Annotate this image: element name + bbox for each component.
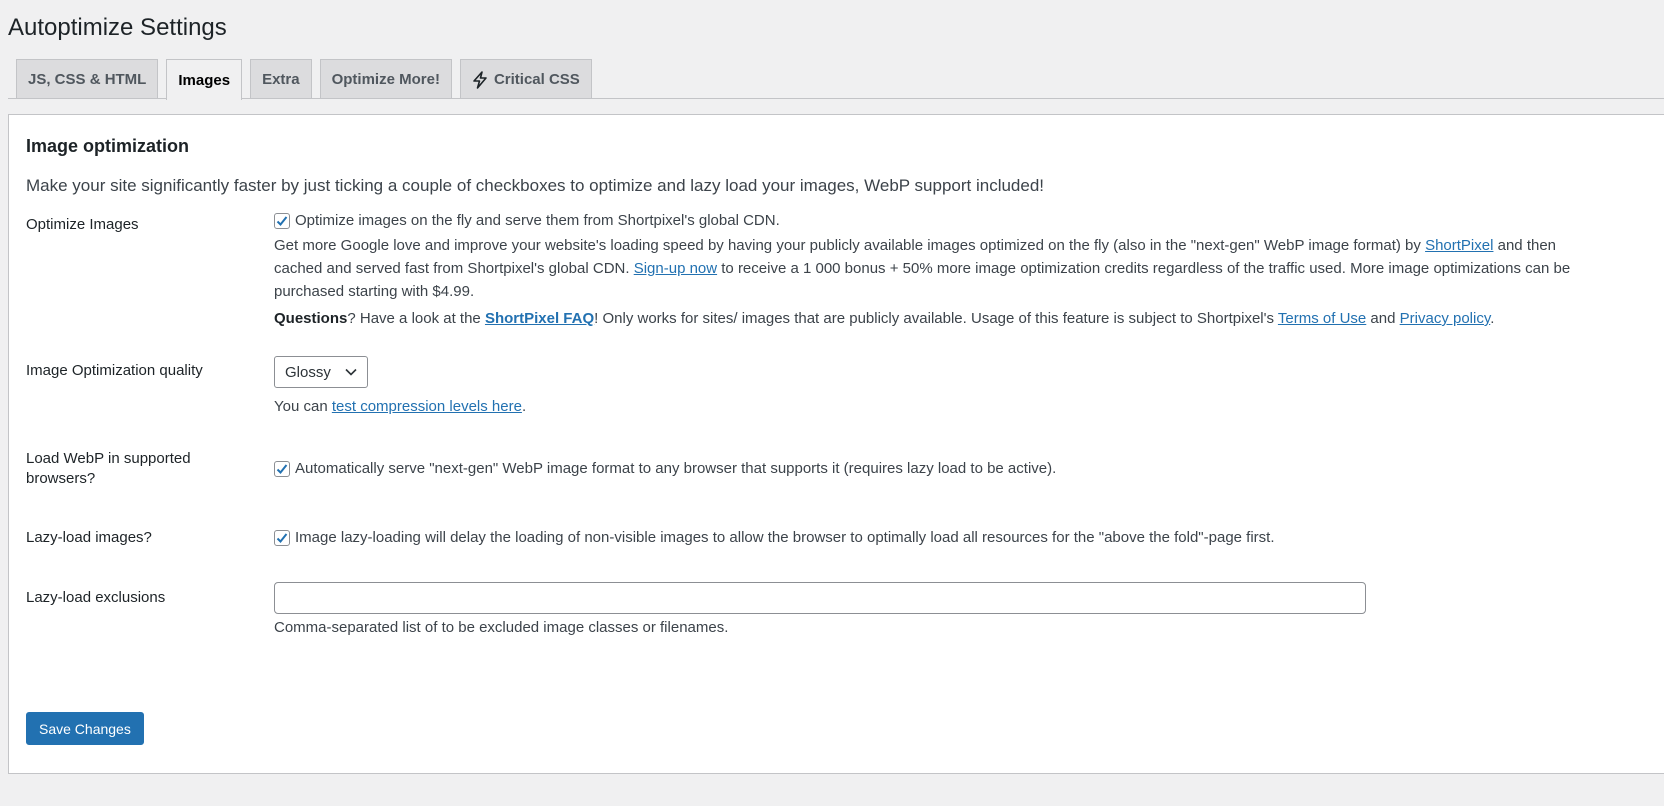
quality-label: Image Optimization quality [26,362,203,379]
webp-label: Load WebP in supported browsers? [26,450,191,487]
quality-selected-value: Glossy [285,363,331,381]
exclusions-note: Comma-separated list of to be excluded i… [274,619,729,636]
desc-text: to receive a 1 000 bonus + 50% more imag… [717,260,1571,277]
optimize-images-checkbox[interactable] [274,212,290,229]
tab-label: Images [178,71,231,89]
exclusions-field: Comma-separated list of to be excluded i… [274,582,1366,639]
tab-images[interactable]: Images [166,59,243,100]
lazyload-checkbox[interactable] [274,529,290,546]
chevron-down-icon [345,368,357,376]
questions-text: ! Only works for sites/ images that are … [594,310,1278,327]
page-title: Autoptimize Settings [8,14,227,41]
exclusions-label: Lazy-load exclusions [26,589,166,606]
optimize-images-label: Optimize Images [26,216,139,233]
quality-field: Glossy You can test compression levels h… [274,356,526,418]
quality-select[interactable]: Glossy [274,356,368,388]
settings-page: Autoptimize Settings JS, CSS & HTML Imag… [0,0,1664,806]
webp-checkbox-text: Automatically serve "next-gen" WebP imag… [295,460,1057,477]
shortpixel-faq-link[interactable]: ShortPixel FAQ [485,310,594,327]
checkmark-icon [276,532,288,543]
questions-text: and [1366,310,1400,327]
desc-text: and then [1493,237,1557,254]
checkmark-icon [276,215,288,226]
tab-js-css-html[interactable]: JS, CSS & HTML [16,59,159,99]
tab-extra[interactable]: Extra [250,59,312,99]
tab-label: Critical CSS [493,71,580,88]
lightning-bolt-icon [472,70,488,89]
save-changes-button[interactable]: Save Changes [26,712,144,745]
webp-option: Automatically serve "next-gen" WebP imag… [274,457,1056,480]
quality-note: You can test compression levels here. [274,395,526,418]
privacy-policy-link[interactable]: Privacy policy [1400,310,1491,327]
tab-optimize-more[interactable]: Optimize More! [319,59,452,99]
optimize-images-option: Optimize images on the fly and serve the… [274,209,1574,232]
tab-label: JS, CSS & HTML [28,71,147,88]
tab-critical-css[interactable]: Critical CSS [459,59,592,99]
lazyload-field: Image lazy-loading will delay the loadin… [274,526,1275,549]
settings-panel: Image optimization Make your site signif… [8,114,1664,774]
test-compression-link[interactable]: test compression levels here [332,398,522,415]
optimize-images-questions: Questions? Have a look at the ShortPixel… [274,307,1574,330]
lazyload-label: Lazy-load images? [26,529,152,546]
questions-text: ? Have a look at the [347,310,485,327]
section-title: Image optimization [26,136,190,156]
tab-label: Optimize More! [331,71,440,88]
section-intro: Make your site significantly faster by j… [26,176,1045,195]
tab-label: Extra [262,71,300,88]
tab-divider [8,98,1664,99]
quality-note-text: You can [274,398,332,415]
webp-checkbox[interactable] [274,460,290,477]
desc-text: purchased starting with $4.99. [274,283,475,300]
optimize-images-description: Get more Google love and improve your we… [274,234,1574,303]
lazyload-checkbox-text: Image lazy-loading will delay the loadin… [295,529,1275,546]
optimize-images-field: Optimize images on the fly and serve the… [274,209,1574,330]
desc-text: cached and served fast from Shortpixel's… [274,260,634,277]
questions-text: . [1490,310,1495,327]
signup-link[interactable]: Sign-up now [634,260,717,277]
tab-bar: JS, CSS & HTML Images Extra Optimize Mor… [16,59,592,100]
webp-field: Automatically serve "next-gen" WebP imag… [274,457,1056,480]
checkmark-icon [276,463,288,474]
quality-note-text: . [521,398,527,415]
terms-of-use-link[interactable]: Terms of Use [1278,310,1366,327]
lazyload-option: Image lazy-loading will delay the loadin… [274,526,1275,549]
exclusions-input[interactable] [274,582,1366,614]
questions-bold: Questions [274,310,348,327]
desc-text: Get more Google love and improve your we… [274,237,1426,254]
optimize-images-checkbox-text: Optimize images on the fly and serve the… [295,212,780,229]
shortpixel-link[interactable]: ShortPixel [1425,237,1493,254]
